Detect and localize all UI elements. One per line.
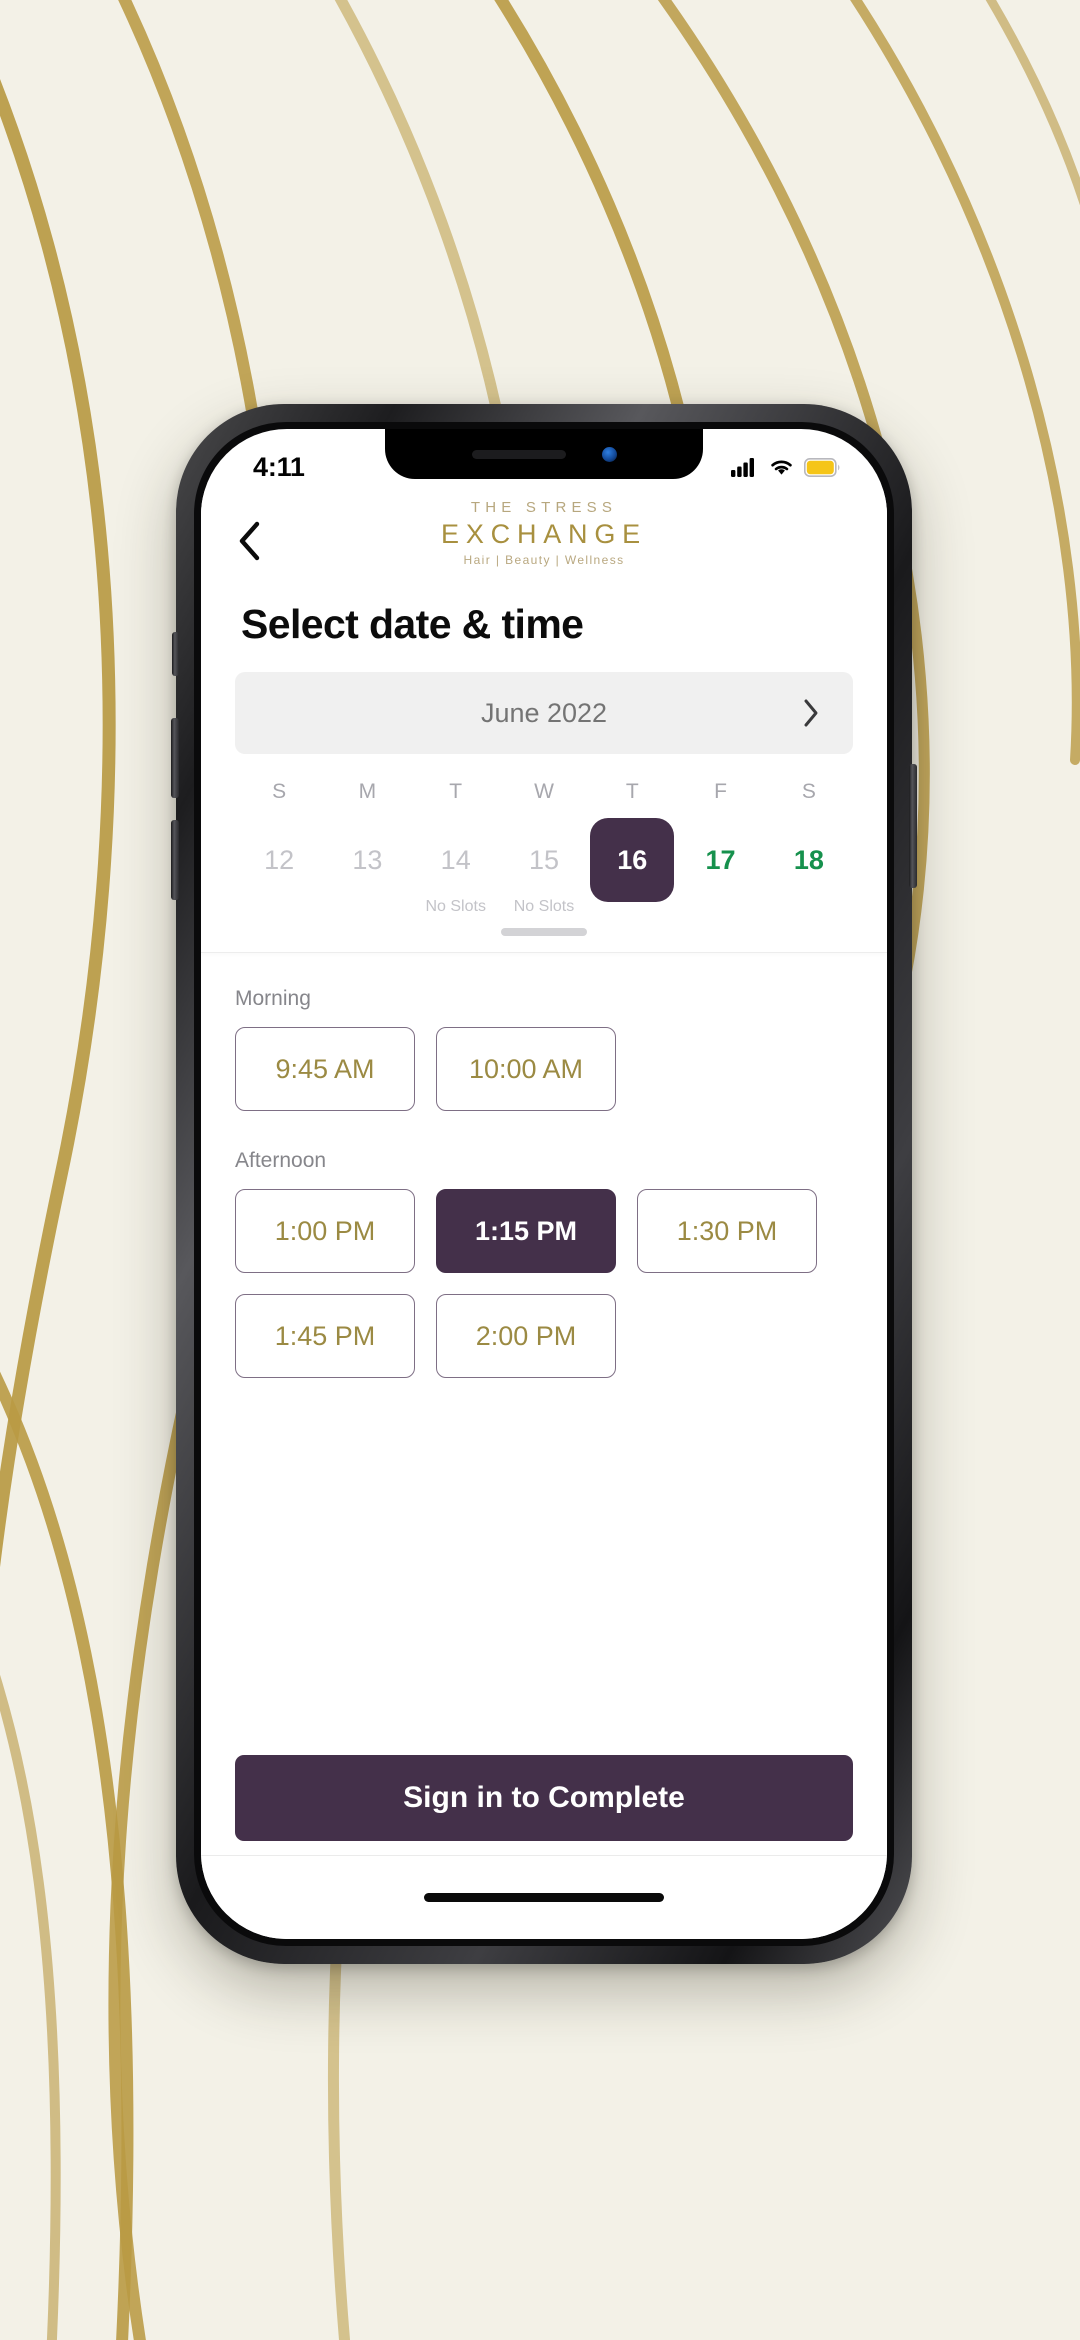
date-row: 12 13 14 No Slots 15 No Slots 16 17 18 xyxy=(235,814,853,916)
display-notch xyxy=(385,429,703,479)
date-number: 17 xyxy=(705,844,736,875)
afternoon-slot-row-1: 1:00 PM 1:15 PM 1:30 PM xyxy=(235,1189,853,1273)
weekday-label: M xyxy=(358,780,377,803)
time-slot-200pm[interactable]: 2:00 PM xyxy=(436,1294,616,1378)
date-number: 14 xyxy=(440,844,471,875)
date-number: 13 xyxy=(352,844,383,875)
time-slot-145pm[interactable]: 1:45 PM xyxy=(235,1294,415,1378)
front-camera-icon xyxy=(601,446,617,462)
logo-tagline: Hair | Beauty | Wellness xyxy=(463,553,625,567)
date-cell-15[interactable]: 15 No Slots xyxy=(500,814,588,916)
drag-handle-container xyxy=(235,916,853,952)
battery-icon xyxy=(804,457,840,477)
booking-app-screen: THE STRESS EXCHANGE Hair | Beauty | Well… xyxy=(201,491,887,1939)
date-number: 15 xyxy=(528,844,559,875)
bottom-home-bar xyxy=(201,1855,887,1939)
phone-device-frame: 4:11 THE STRESS EXCHANGE Hair | Beauty |… xyxy=(171,404,917,1964)
phone-bezel: 4:11 THE STRESS EXCHANGE Hair | Beauty |… xyxy=(194,422,894,1946)
wifi-icon xyxy=(771,460,792,475)
date-number: 12 xyxy=(264,844,295,875)
calendar-drag-handle[interactable] xyxy=(501,928,587,936)
brand-logo: THE STRESS EXCHANGE Hair | Beauty | Well… xyxy=(201,499,887,567)
date-number: 16 xyxy=(590,818,675,902)
weekday-label: S xyxy=(801,780,816,803)
phone-screen: 4:11 THE STRESS EXCHANGE Hair | Beauty |… xyxy=(201,429,887,1939)
date-cell-14[interactable]: 14 No Slots xyxy=(412,814,500,916)
date-sublabel: No Slots xyxy=(425,898,486,915)
back-button[interactable] xyxy=(235,513,291,569)
logo-line-exchange: EXCHANGE xyxy=(441,519,647,549)
morning-slot-group: Morning 9:45 AM 10:00 AM xyxy=(235,987,853,1111)
date-cell-13[interactable]: 13 xyxy=(323,814,411,916)
afternoon-slot-group: Afternoon 1:00 PM 1:15 PM 1:30 PM 1:45 P… xyxy=(235,1149,853,1378)
date-number: 18 xyxy=(793,844,824,875)
cta-container: Sign in to Complete xyxy=(201,1755,887,1855)
power-button[interactable] xyxy=(909,764,917,888)
date-cell-16-selected[interactable]: 16 xyxy=(588,814,676,916)
home-indicator[interactable] xyxy=(424,1893,664,1902)
weekday-label: F xyxy=(714,780,727,803)
logo-line-the-stress: THE STRESS xyxy=(470,499,618,516)
date-sublabel: No Slots xyxy=(513,898,575,915)
afternoon-label: Afternoon xyxy=(235,1149,327,1172)
page-title: Select date & time xyxy=(241,601,584,647)
month-label: June 2022 xyxy=(480,697,608,728)
morning-slot-row: 9:45 AM 10:00 AM xyxy=(235,1027,853,1111)
time-slot-100pm[interactable]: 1:00 PM xyxy=(235,1189,415,1273)
time-slots-area: Morning 9:45 AM 10:00 AM Afternoon 1:00 … xyxy=(201,953,887,1755)
weekday-label: S xyxy=(272,780,287,803)
time-slot-130pm[interactable]: 1:30 PM xyxy=(637,1189,817,1273)
date-cell-17[interactable]: 17 xyxy=(676,814,764,916)
month-selector[interactable]: June 2022 xyxy=(235,672,853,754)
weekday-header-row: S M T W T F S xyxy=(235,780,853,804)
next-month-button[interactable] xyxy=(791,693,831,733)
volume-down-button[interactable] xyxy=(171,820,179,900)
time-slot-115pm-selected[interactable]: 1:15 PM xyxy=(436,1189,616,1273)
weekday-label: T xyxy=(449,780,463,803)
status-time: 4:11 xyxy=(253,451,305,482)
time-slot-0945am[interactable]: 9:45 AM xyxy=(235,1027,415,1111)
earpiece-speaker-icon xyxy=(471,449,566,459)
status-icon-group xyxy=(731,457,841,477)
silent-switch[interactable] xyxy=(172,632,179,676)
chevron-right-icon xyxy=(804,699,818,727)
time-slot-1000am[interactable]: 10:00 AM xyxy=(436,1027,616,1111)
date-cell-12[interactable]: 12 xyxy=(235,814,323,916)
date-cell-18[interactable]: 18 xyxy=(765,814,853,916)
app-top-bar: THE STRESS EXCHANGE Hair | Beauty | Well… xyxy=(201,491,887,587)
chevron-left-icon xyxy=(239,521,260,561)
poster-background: 4:11 THE STRESS EXCHANGE Hair | Beauty |… xyxy=(0,0,1080,2340)
volume-up-button[interactable] xyxy=(171,718,179,798)
weekday-label: W xyxy=(534,780,554,803)
sign-in-to-complete-button[interactable]: Sign in to Complete xyxy=(235,1755,853,1841)
weekday-label: T xyxy=(625,780,639,803)
morning-label: Morning xyxy=(235,987,311,1010)
calendar-card: June 2022 S M T W T F S 12 13 14 No Slot… xyxy=(201,668,887,953)
afternoon-slot-row-2: 1:45 PM 2:00 PM xyxy=(235,1294,853,1378)
cellular-signal-icon xyxy=(731,458,754,477)
